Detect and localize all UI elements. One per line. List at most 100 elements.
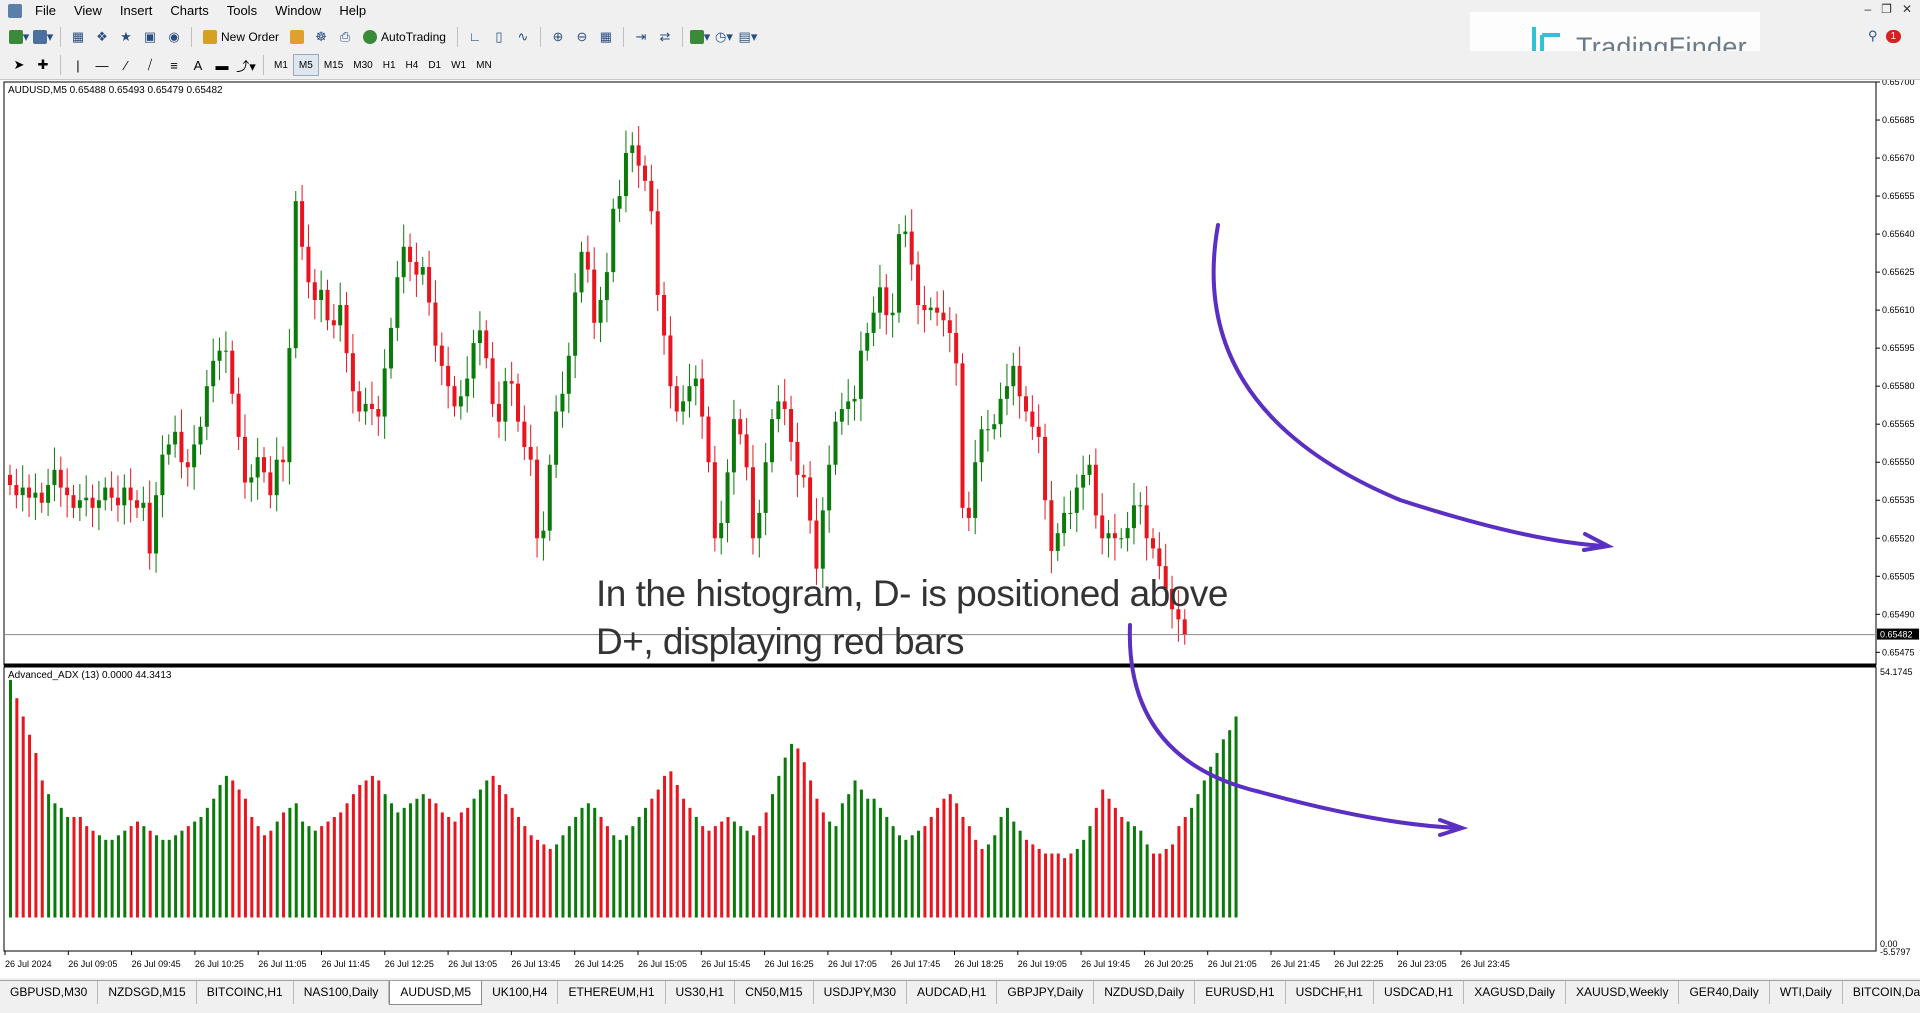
symbol-tab[interactable]: UK100,H4: [482, 981, 559, 1004]
zoom-in-icon[interactable]: ⊕: [547, 26, 569, 48]
text-icon[interactable]: A: [187, 54, 209, 76]
symbol-tab[interactable]: ETHEREUM,H1: [558, 981, 666, 1004]
timeframe-m1[interactable]: M1: [269, 55, 293, 75]
label-icon[interactable]: ▬: [211, 54, 233, 76]
time-tick-label: 26 Jul 21:05: [1208, 959, 1257, 969]
histogram-bar: [256, 826, 260, 918]
arrows-icon[interactable]: ⤴▾: [235, 54, 257, 76]
symbol-tab[interactable]: GER40,Daily: [1679, 981, 1770, 1004]
symbol-tab[interactable]: GBPUSD,M30: [0, 981, 99, 1004]
time-tick-label: 26 Jul 21:45: [1271, 959, 1320, 969]
symbol-tab[interactable]: CN50,M15: [735, 981, 814, 1004]
symbol-tab[interactable]: WTI,Daily: [1770, 981, 1843, 1004]
templates-icon[interactable]: ▤▾: [737, 26, 759, 48]
histogram-bar: [967, 826, 971, 918]
strategy-tester-icon[interactable]: ◉: [163, 26, 185, 48]
timeframe-h1[interactable]: H1: [378, 55, 401, 75]
symbol-tab[interactable]: BITCOINC,H1: [197, 981, 294, 1004]
indicators-icon[interactable]: ▾: [689, 26, 711, 48]
bar-chart-icon[interactable]: ∟: [464, 26, 486, 48]
navigator-icon[interactable]: ★: [115, 26, 137, 48]
channel-icon[interactable]: ⧸: [139, 54, 161, 76]
timeframe-w1[interactable]: W1: [446, 55, 471, 75]
metaeditor-icon[interactable]: [286, 26, 308, 48]
autoscroll-icon[interactable]: ⇄: [654, 26, 676, 48]
price-tick-label: 0.65580: [1882, 381, 1915, 391]
menu-window[interactable]: Window: [266, 0, 330, 22]
histogram-bar: [917, 830, 921, 918]
profiles-icon[interactable]: ▾: [32, 26, 54, 48]
histogram-bar: [377, 780, 381, 918]
periods-icon[interactable]: ◷▾: [713, 26, 735, 48]
autotrading-button[interactable]: AutoTrading: [357, 26, 452, 48]
menu-view[interactable]: View: [65, 0, 111, 22]
cursor-icon[interactable]: ➤: [8, 54, 30, 76]
notifications-badge[interactable]: 1: [1885, 29, 1902, 43]
timeframe-m15[interactable]: M15: [319, 55, 348, 75]
market-watch-icon[interactable]: ▦: [67, 26, 89, 48]
tile-windows-icon[interactable]: ▦: [595, 26, 617, 48]
restore-icon[interactable]: ❐: [1881, 2, 1892, 16]
symbol-tab[interactable]: XAGUSD,Daily: [1464, 981, 1566, 1004]
symbol-tab[interactable]: US30,H1: [666, 981, 736, 1004]
minimize-icon[interactable]: –: [1864, 2, 1871, 16]
chart-shift-icon[interactable]: ⇥: [630, 26, 652, 48]
horizontal-line-icon[interactable]: —: [91, 54, 113, 76]
menu-tools[interactable]: Tools: [218, 0, 266, 22]
symbol-tab[interactable]: AUDUSD,M5: [389, 981, 483, 1005]
search-icon[interactable]: ⚲: [1868, 28, 1878, 44]
menu-help[interactable]: Help: [330, 0, 375, 22]
time-tick-label: 26 Jul 13:05: [448, 959, 497, 969]
print-icon[interactable]: ⎙: [334, 26, 356, 48]
new-chart-icon[interactable]: ▾: [8, 26, 30, 48]
symbol-tab[interactable]: BITCOIN,Daily: [1843, 981, 1920, 1004]
symbol-tab[interactable]: XAUUSD,Weekly: [1566, 981, 1680, 1004]
histogram-bar: [1063, 858, 1067, 918]
histogram-bar: [1132, 826, 1136, 918]
new-order-label: New Order: [221, 29, 280, 44]
menu-file[interactable]: File: [26, 0, 65, 22]
symbol-tab[interactable]: USDCHF,H1: [1286, 981, 1374, 1004]
symbol-tab[interactable]: GBPJPY,Daily: [997, 981, 1095, 1004]
histogram-bar: [459, 812, 463, 918]
trendline-icon[interactable]: ∕: [115, 54, 137, 76]
signals-icon[interactable]: ☸: [310, 26, 332, 48]
symbol-tab[interactable]: USDJPY,M30: [814, 981, 908, 1004]
histogram-bar: [1069, 853, 1073, 918]
menu-insert[interactable]: Insert: [111, 0, 162, 22]
histogram-bar: [275, 821, 279, 918]
timeframe-mn[interactable]: MN: [471, 55, 497, 75]
vertical-line-icon[interactable]: |: [67, 54, 89, 76]
line-chart-icon[interactable]: ∿: [512, 26, 534, 48]
histogram-bar: [148, 830, 152, 918]
symbol-tab[interactable]: AUDCAD,H1: [907, 981, 998, 1004]
timeframe-d1[interactable]: D1: [423, 55, 446, 75]
chart-window[interactable]: AUDUSD,M5 0.65488 0.65493 0.65479 0.6548…: [0, 77, 1920, 978]
time-tick-label: 26 Jul 22:25: [1334, 959, 1383, 969]
fibonacci-icon[interactable]: ≡: [163, 54, 185, 76]
menu-charts[interactable]: Charts: [161, 0, 217, 22]
symbol-tab[interactable]: EURUSD,H1: [1195, 981, 1286, 1004]
crosshair-icon[interactable]: ✚: [32, 54, 54, 76]
terminal-icon[interactable]: ▣: [139, 26, 161, 48]
symbol-tab[interactable]: NZDSGD,M15: [98, 981, 197, 1004]
close-icon[interactable]: ✕: [1902, 2, 1912, 16]
timeframe-m5[interactable]: M5: [292, 54, 319, 76]
candlestick-chart-icon[interactable]: ▯: [488, 26, 510, 48]
histogram-bar: [1190, 807, 1194, 918]
chart-canvas[interactable]: AUDUSD,M5 0.65488 0.65493 0.65479 0.6548…: [0, 77, 1920, 978]
histogram-bar: [85, 826, 89, 918]
symbol-tab[interactable]: NZDUSD,Daily: [1094, 981, 1196, 1004]
zoom-out-icon[interactable]: ⊖: [571, 26, 593, 48]
histogram-bar: [859, 789, 863, 918]
histogram-bar: [167, 839, 171, 918]
symbol-tab[interactable]: NAS100,Daily: [294, 981, 390, 1004]
data-window-icon[interactable]: ❖: [91, 26, 113, 48]
timeframe-m30[interactable]: M30: [348, 55, 377, 75]
histogram-bar: [758, 826, 762, 918]
histogram-bar: [47, 794, 51, 918]
symbol-tab[interactable]: USDCAD,H1: [1374, 981, 1465, 1004]
new-order-button[interactable]: New Order: [197, 26, 285, 48]
timeframe-h4[interactable]: H4: [401, 55, 424, 75]
price-tick-label: 0.65550: [1882, 457, 1915, 467]
